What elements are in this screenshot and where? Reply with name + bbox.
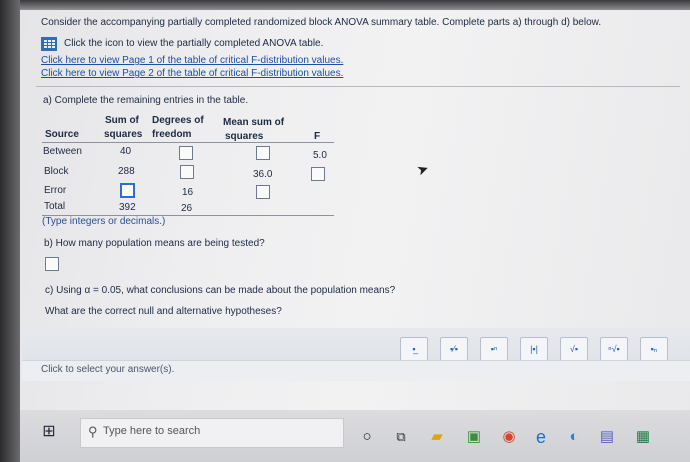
header-ms-line1: Mean sum of xyxy=(223,117,285,128)
block-f-input[interactable] xyxy=(311,167,325,181)
subscript-tool-icon[interactable]: ▪ₙ xyxy=(640,337,668,361)
row-total-df: 26 xyxy=(181,203,193,214)
part-b-label: b) How many population means are being t… xyxy=(44,238,265,249)
block-df-input[interactable] xyxy=(180,165,194,179)
search-placeholder: Type here to search xyxy=(103,425,201,437)
part-a-label: a) Complete the remaining entries in the… xyxy=(43,95,249,106)
row-between-source: Between xyxy=(43,146,82,157)
view-anova-table-text: Click the icon to view the partially com… xyxy=(64,38,324,49)
row-error-source: Error xyxy=(44,185,67,196)
monitor-bezel-left xyxy=(0,0,20,462)
header-ss-line2: squares xyxy=(104,129,143,140)
header-f: F xyxy=(314,131,321,142)
row-total-ss: 392 xyxy=(119,202,136,213)
question-intro: Consider the accompanying partially comp… xyxy=(41,17,602,28)
between-ms-input[interactable] xyxy=(256,146,270,160)
population-means-input[interactable] xyxy=(45,257,59,271)
select-answer-prompt[interactable]: Click to select your answer(s). xyxy=(41,364,174,375)
windows-start-icon[interactable]: ⊞ xyxy=(40,423,58,441)
header-df-line1: Degrees of xyxy=(152,115,204,126)
table-grid-icon[interactable] xyxy=(41,37,57,51)
row-between-f: 5.0 xyxy=(313,150,327,161)
math-toolbar xyxy=(22,328,690,364)
error-ms-input[interactable] xyxy=(256,185,270,199)
chrome-icon[interactable]: ◉ xyxy=(500,428,518,446)
between-df-input[interactable] xyxy=(179,146,193,160)
absolute-value-tool-icon[interactable]: |▪| xyxy=(520,337,548,361)
edge-icon[interactable]: e xyxy=(532,428,550,446)
file-explorer-icon[interactable]: ▰ xyxy=(428,428,446,446)
square-root-tool-icon[interactable]: √▪ xyxy=(560,337,588,361)
row-block-ms: 36.0 xyxy=(253,169,273,180)
screen: Consider the accompanying partially comp… xyxy=(0,0,690,462)
part-c-subquestion: What are the correct null and alternativ… xyxy=(45,306,282,317)
task-view-icon[interactable]: ⧉ xyxy=(392,428,410,446)
header-ss-line1: Sum of xyxy=(105,115,139,126)
critical-f-page1-link[interactable]: Click here to view Page 1 of the table o… xyxy=(41,55,343,66)
answer-hint: (Type integers or decimals.) xyxy=(42,216,166,227)
teams-icon[interactable]: ▤ xyxy=(598,428,616,446)
nth-root-tool-icon[interactable]: ⁿ√▪ xyxy=(600,337,628,361)
browser-icon[interactable]: ◐ xyxy=(565,428,583,446)
row-error-df: 16 xyxy=(182,187,194,198)
exponent-tool-icon[interactable]: ▪ⁿ xyxy=(480,337,508,361)
excel-icon[interactable]: ▦ xyxy=(634,428,652,446)
row-block-ss: 288 xyxy=(118,166,135,177)
header-df-line2: freedom xyxy=(152,129,192,140)
divider xyxy=(36,86,680,87)
row-total-source: Total xyxy=(44,201,66,212)
fraction-tool-icon[interactable]: ▪̲ xyxy=(400,337,428,361)
row-block-source: Block xyxy=(44,166,69,177)
mixed-number-tool-icon[interactable]: ▪⁄▪ xyxy=(440,337,468,361)
search-icon: ⚲ xyxy=(88,424,98,439)
monitor-bezel-top xyxy=(0,0,690,10)
error-ss-input[interactable] xyxy=(120,183,135,198)
mouse-cursor-icon: ➤ xyxy=(414,159,431,179)
cortana-icon[interactable]: ○ xyxy=(358,428,376,446)
critical-f-page2-link[interactable]: Click here to view Page 2 of the table o… xyxy=(41,68,343,79)
part-c-label: c) Using α = 0.05, what conclusions can … xyxy=(45,285,396,296)
store-icon[interactable]: ▣ xyxy=(465,428,483,446)
row-between-ss: 40 xyxy=(120,146,132,157)
table-header-rule xyxy=(42,142,334,143)
header-ms-line2: squares xyxy=(225,131,264,142)
header-source: Source xyxy=(45,129,79,140)
